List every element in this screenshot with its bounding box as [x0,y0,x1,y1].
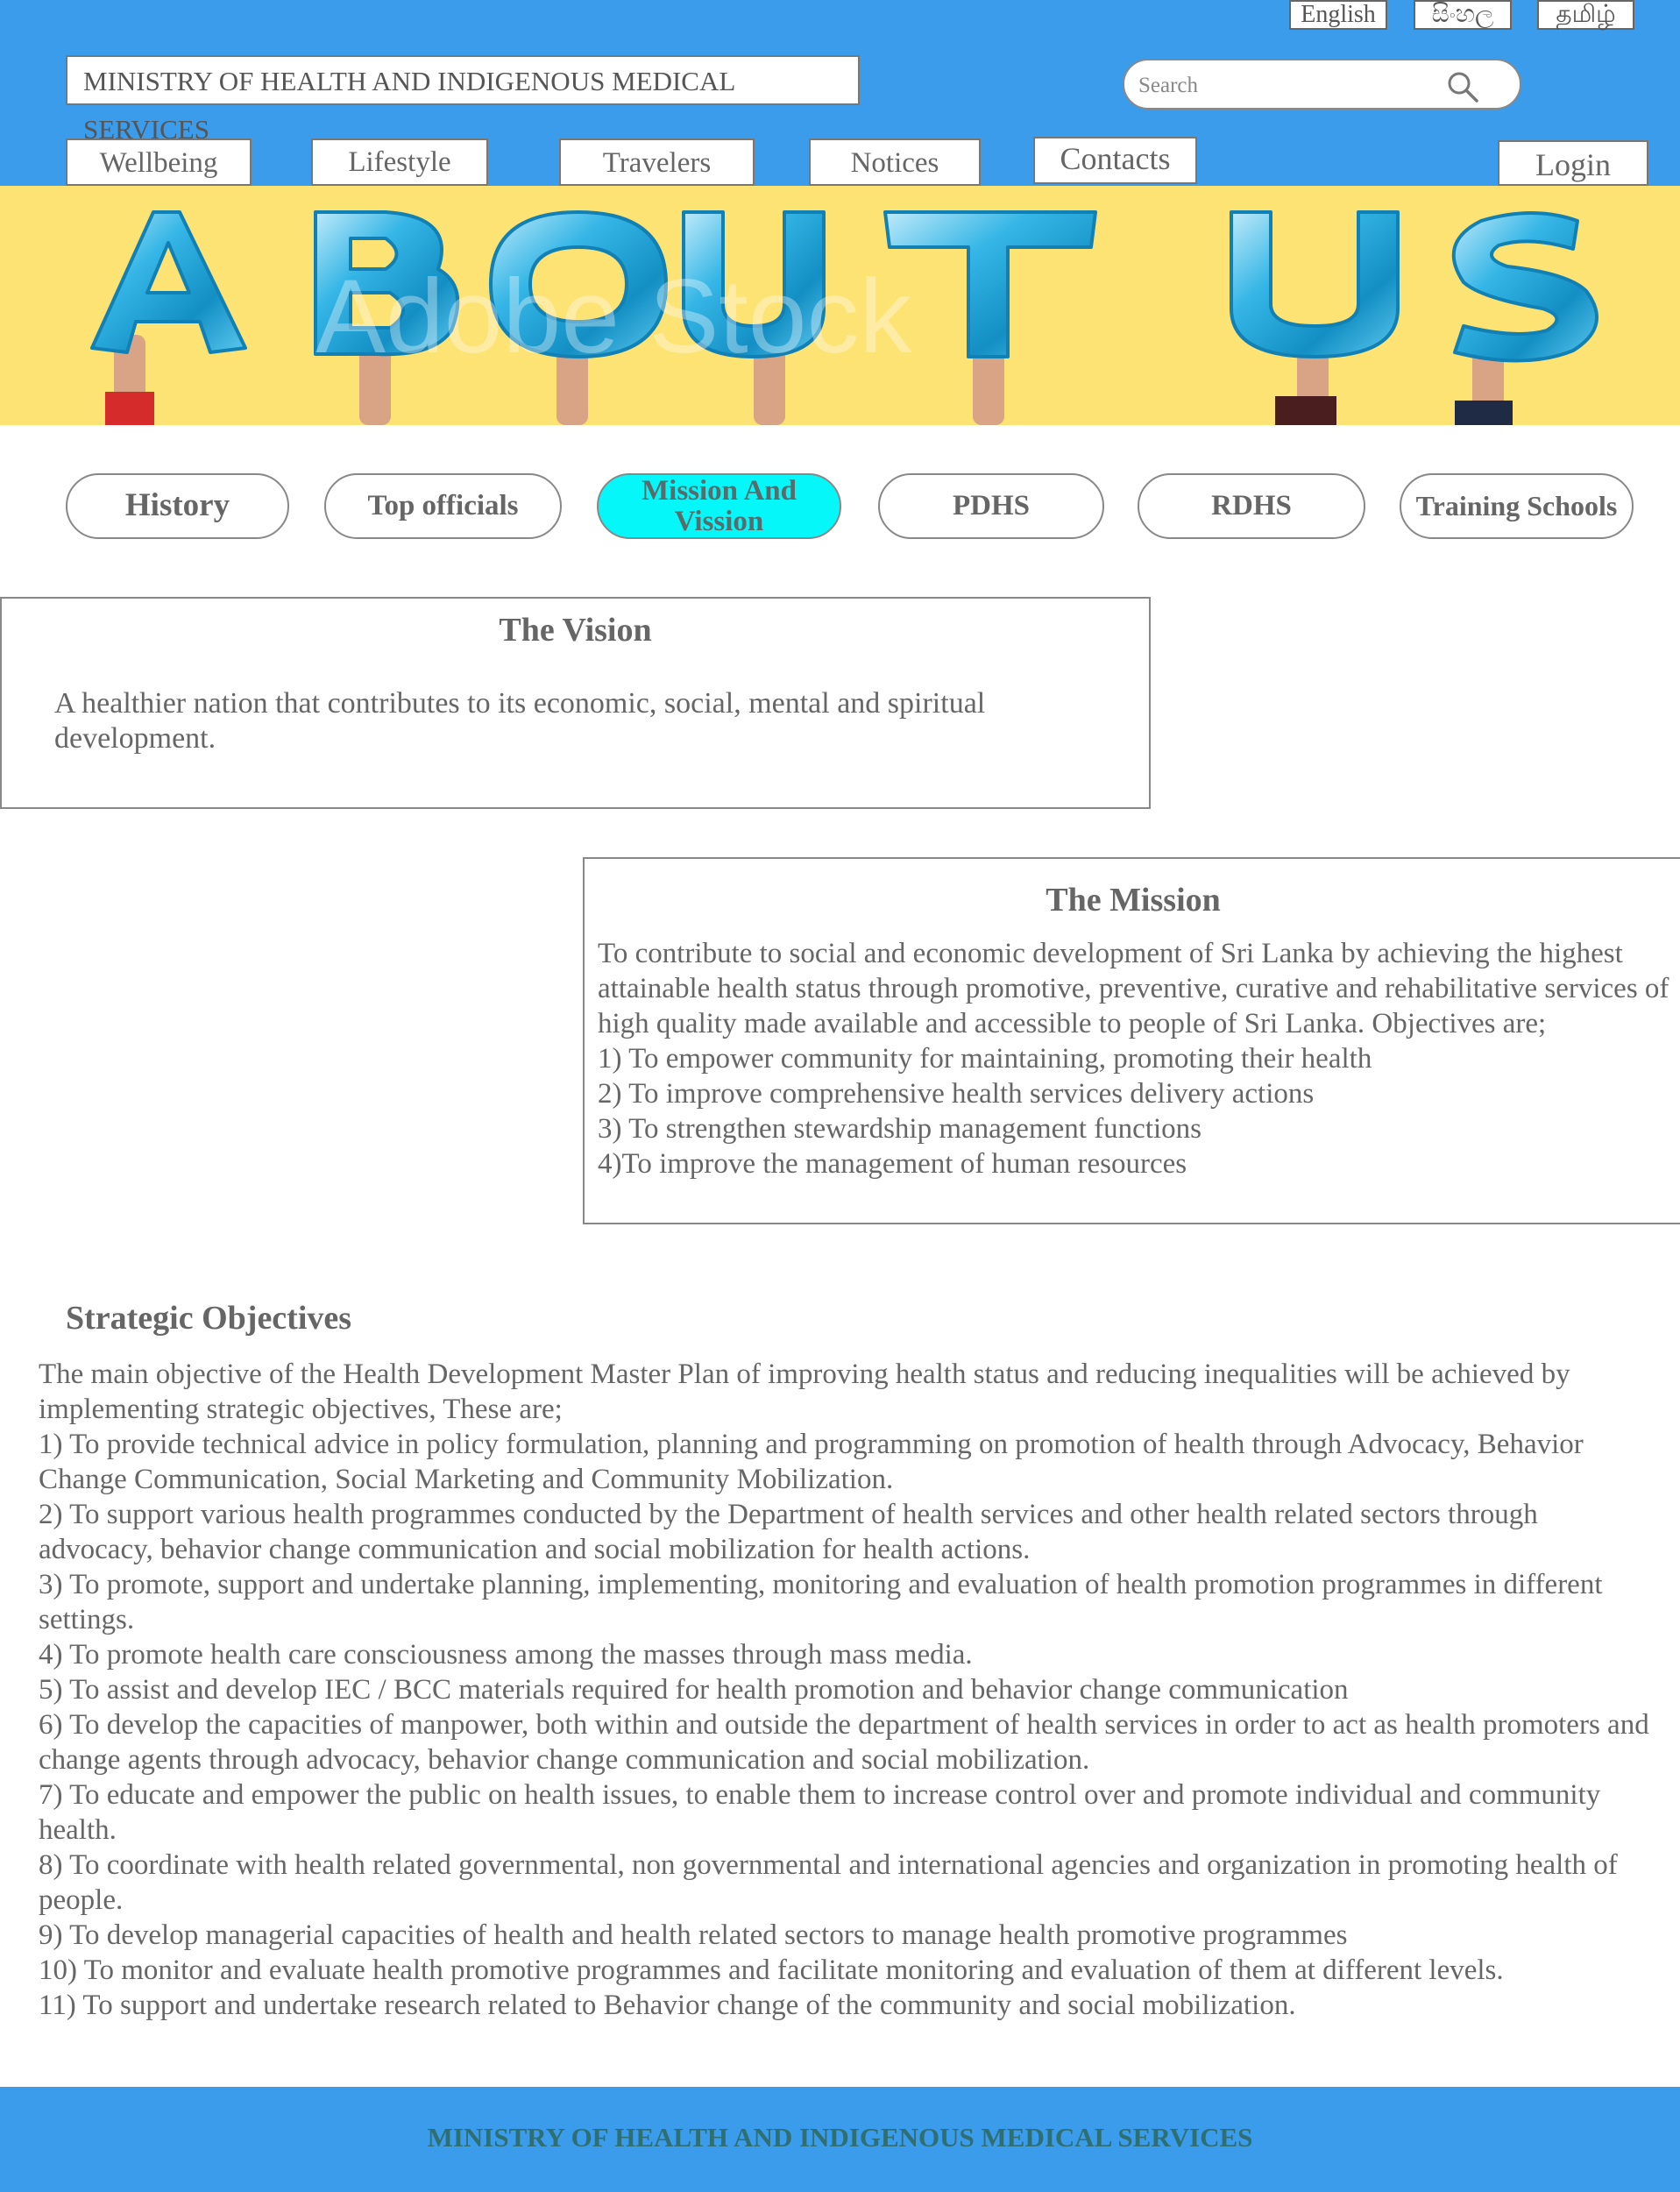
search-bar [1123,59,1521,110]
stock-watermark: Adobe Stock [315,258,912,375]
vision-section: The Vision A healthier nation that contr… [0,597,1151,809]
strategic-objective: 7) To educate and empower the public on … [39,1779,1601,1846]
strategic-objective: 6) To develop the capacities of manpower… [39,1709,1649,1776]
mission-objective: 3) To strengthen stewardship management … [598,1113,1202,1145]
language-tamil-button[interactable]: தமிழ் [1537,0,1634,30]
nav-notices[interactable]: Notices [809,138,981,186]
tab-rdhs[interactable]: RDHS [1138,473,1365,539]
tab-history[interactable]: History [66,473,289,539]
mission-objective: 4)To improve the management of human res… [598,1148,1187,1180]
strategic-objective: 2) To support various health programmes … [39,1499,1538,1565]
strategic-objective: 10) To monitor and evaluate health promo… [39,1954,1504,1986]
tab-training-schools[interactable]: Training Schools [1400,473,1634,539]
strategic-objectives-title: Strategic Objectives [66,1300,352,1337]
nav-wellbeing[interactable]: Wellbeing [66,138,252,186]
footer-bar: MINISTRY OF HEALTH AND INDIGENOUS MEDICA… [0,2087,1680,2192]
ministry-title: MINISTRY OF HEALTH AND INDIGENOUS MEDICA… [66,55,860,145]
tab-mission-and-vission[interactable]: Mission And Vission [597,473,841,539]
vision-text: A healthier nation that contributes to i… [54,687,986,755]
tab-top-officials[interactable]: Top officials [324,473,562,539]
login-button[interactable]: Login [1498,140,1648,186]
mission-section: The Mission To contribute to social and … [583,857,1680,1224]
about-us-banner: Adobe Stock [0,186,1680,425]
mission-objective: 2) To improve comprehensive health servi… [598,1078,1315,1110]
mission-intro: To contribute to social and economic dev… [598,938,1669,1039]
nav-contacts[interactable]: Contacts [1033,137,1197,184]
search-input[interactable] [1137,69,1438,103]
strategic-objective: 8) To coordinate with health related gov… [39,1849,1618,1916]
language-english-button[interactable]: English [1289,0,1387,30]
footer-ministry-title: MINISTRY OF HEALTH AND INDIGENOUS MEDICA… [427,2122,1253,2153]
mission-objective: 1) To empower community for maintaining,… [598,1043,1372,1075]
strategic-objective: 11) To support and undertake research re… [39,1990,1296,2021]
strategic-objective: 4) To promote health care consciousness … [39,1639,973,1671]
mission-title: The Mission [1046,882,1221,919]
search-icon[interactable] [1445,69,1480,104]
header-bar: English සිංහල தமிழ் MINISTRY OF HEALTH A… [0,0,1680,186]
strategic-objective: 9) To develop managerial capacities of h… [39,1919,1348,1951]
strategic-objective: 1) To provide technical advice in policy… [39,1429,1584,1495]
strategic-intro: The main objective of the Health Develop… [39,1358,1570,1425]
strategic-objectives-text: The main objective of the Health Develop… [39,1357,1651,2023]
tab-pdhs[interactable]: PDHS [878,473,1104,539]
about-us-balloon-image: Adobe Stock [90,210,1598,425]
vision-title: The Vision [499,612,652,649]
strategic-objective: 5) To assist and develop IEC / BCC mater… [39,1674,1349,1706]
nav-lifestyle[interactable]: Lifestyle [311,138,488,186]
nav-travelers[interactable]: Travelers [559,138,755,186]
mission-text: To contribute to social and economic dev… [598,936,1676,1181]
language-sinhala-button[interactable]: සිංහල [1414,0,1512,30]
strategic-objective: 3) To promote, support and undertake pla… [39,1569,1603,1635]
